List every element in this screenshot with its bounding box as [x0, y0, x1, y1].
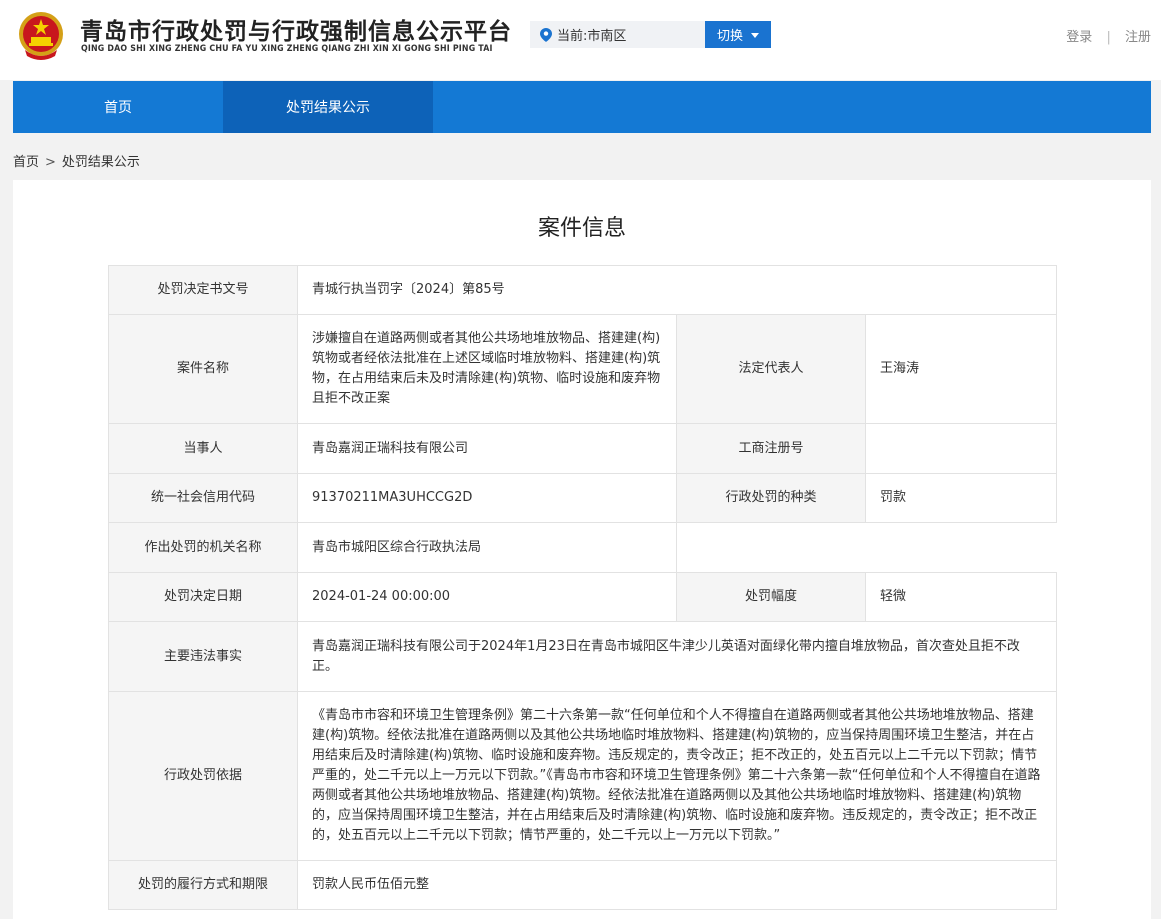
- legal-rep-label: 法定代表人: [676, 314, 866, 424]
- table-row: 作出处罚的机关名称 青岛市城阳区综合行政执法局: [108, 522, 1057, 573]
- authority-value: 青岛市城阳区综合行政执法局: [297, 522, 677, 573]
- table-row: 处罚的履行方式和期限 罚款人民币伍佰元整: [108, 860, 1058, 910]
- login-link[interactable]: 登录: [1066, 30, 1092, 45]
- breadcrumb-separator: >: [45, 155, 56, 170]
- facts-value: 青岛嘉润正瑞科技有限公司于2024年1月23日在青岛市城阳区牛津少儿英语对面绿化…: [296, 621, 1058, 692]
- biz-reg-value: [864, 423, 1058, 474]
- range-label: 处罚幅度: [676, 572, 866, 622]
- site-title: 青岛市行政处罚与行政强制信息公示平台: [80, 19, 512, 45]
- basis-label: 行政处罚依据: [108, 691, 298, 861]
- table-row: 行政处罚依据 《青岛市市容和环境卫生管理条例》第二十六条第一款“任何单位和个人不…: [108, 691, 1058, 861]
- range-value: 轻微: [864, 572, 1058, 622]
- case-name-label: 案件名称: [108, 314, 298, 424]
- auth-links: 登录 | 注册: [1066, 26, 1151, 45]
- table-row: 处罚决定书文号 青城行执当罚字〔2024〕第85号: [108, 265, 1058, 315]
- table-row: 主要违法事实 青岛嘉润正瑞科技有限公司于2024年1月23日在青岛市城阳区牛津少…: [108, 621, 1058, 692]
- nav-item-home[interactable]: 首页: [13, 81, 223, 133]
- site-header: 青岛市行政处罚与行政强制信息公示平台 QING DAO SHI XING ZHE…: [0, 0, 1161, 80]
- case-info-table: 处罚决定书文号 青城行执当罚字〔2024〕第85号 案件名称 涉嫌擅自在道路两侧…: [108, 265, 1058, 910]
- site-title-pinyin: QING DAO SHI XING ZHENG CHU FA YU XING Z…: [81, 44, 493, 54]
- legal-rep-value: 王海涛: [864, 314, 1058, 424]
- penalty-type-value: 罚款: [864, 473, 1058, 523]
- execution-value: 罚款人民币伍佰元整: [296, 860, 1058, 910]
- location-pin-icon: [540, 27, 552, 42]
- national-emblem-icon: [19, 12, 63, 60]
- decision-date-label: 处罚决定日期: [108, 572, 298, 622]
- table-row: 案件名称 涉嫌擅自在道路两侧或者其他公共场地堆放物品、搭建建(构)筑物或者经依法…: [108, 314, 1058, 424]
- basis-value: 《青岛市市容和环境卫生管理条例》第二十六条第一款“任何单位和个人不得擅自在道路两…: [296, 691, 1058, 861]
- empty-cell: [675, 522, 1057, 573]
- table-row: 处罚决定日期 2024-01-24 00:00:00 处罚幅度 轻微: [108, 572, 1058, 622]
- table-row: 当事人 青岛嘉润正瑞科技有限公司 工商注册号: [108, 423, 1058, 474]
- party-label: 当事人: [108, 423, 298, 474]
- caret-down-icon: [751, 33, 759, 38]
- party-value: 青岛嘉润正瑞科技有限公司: [297, 423, 677, 474]
- breadcrumb: 首页 > 处罚结果公示: [13, 151, 140, 170]
- penalty-type-label: 行政处罚的种类: [676, 473, 866, 523]
- biz-reg-label: 工商注册号: [676, 423, 866, 474]
- breadcrumb-current: 处罚结果公示: [61, 155, 140, 170]
- register-link[interactable]: 注册: [1125, 30, 1151, 45]
- doc-no-label: 处罚决定书文号: [108, 265, 298, 315]
- switch-region-label: 切换: [716, 29, 743, 44]
- auth-separator: |: [1106, 30, 1111, 45]
- doc-no-value: 青城行执当罚字〔2024〕第85号: [296, 265, 1058, 315]
- switch-region-button[interactable]: 切换: [705, 21, 771, 48]
- page-title: 案件信息: [537, 216, 626, 241]
- facts-label: 主要违法事实: [108, 621, 298, 692]
- current-region: 当前:市南区: [530, 21, 705, 48]
- decision-date-value: 2024-01-24 00:00:00: [297, 572, 677, 622]
- breadcrumb-home[interactable]: 首页: [13, 155, 39, 170]
- credit-code-label: 统一社会信用代码: [108, 473, 298, 523]
- execution-label: 处罚的履行方式和期限: [108, 860, 298, 910]
- credit-code-value: 91370211MA3UHCCG2D: [297, 473, 677, 523]
- table-row: 统一社会信用代码 91370211MA3UHCCG2D 行政处罚的种类 罚款: [108, 473, 1058, 523]
- case-name-value: 涉嫌擅自在道路两侧或者其他公共场地堆放物品、搭建建(构)筑物或者经依法批准在上述…: [297, 314, 677, 424]
- main-nav: 首页 处罚结果公示: [13, 81, 1151, 133]
- authority-label: 作出处罚的机关名称: [108, 522, 298, 573]
- nav-item-penalty-results[interactable]: 处罚结果公示: [223, 81, 433, 133]
- case-info-panel: 案件信息 处罚决定书文号 青城行执当罚字〔2024〕第85号 案件名称 涉嫌擅自…: [13, 180, 1151, 919]
- current-region-label: 当前:市南区: [557, 29, 627, 44]
